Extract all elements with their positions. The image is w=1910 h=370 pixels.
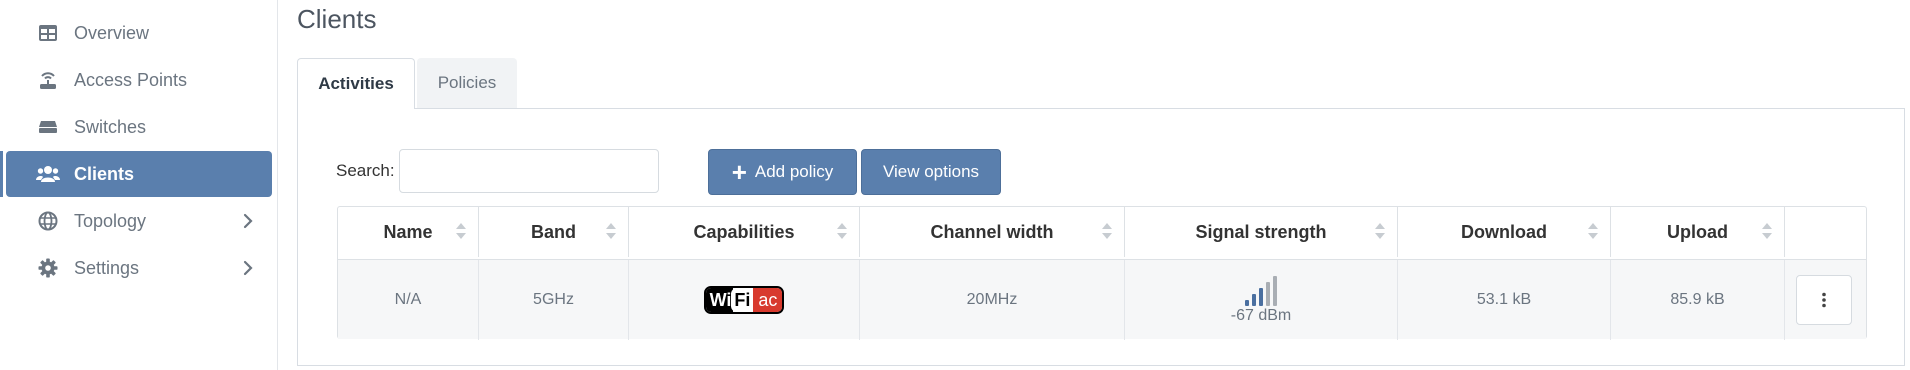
sidebar-item-label: Access Points <box>74 70 188 90</box>
signal-strength-text: -67 dBm <box>1230 306 1292 324</box>
view-options-button[interactable]: View options <box>861 149 1001 195</box>
sidebar-item-label: Settings <box>74 258 140 278</box>
sidebar-item-label: Overview <box>74 23 150 43</box>
sidebar-item-settings[interactable]: Settings <box>6 245 272 291</box>
gear-icon <box>36 257 60 279</box>
sidebar-item-label: Switches <box>74 117 147 137</box>
signal-bar <box>1266 281 1270 306</box>
page-title: Clients <box>297 4 377 34</box>
switch-icon <box>36 116 60 138</box>
users-icon <box>36 163 60 185</box>
sidebar-item-label: Topology <box>74 211 147 231</box>
signal-bar <box>1259 287 1263 306</box>
chevron-right-icon <box>238 210 258 232</box>
active-marker <box>0 151 3 197</box>
wifi-badge-wi: Wi <box>705 288 734 312</box>
sidebar-item-label: Clients <box>74 164 135 184</box>
sidebar-item-clients[interactable]: Clients <box>6 151 272 197</box>
sort-icon <box>1375 223 1385 241</box>
sort-icon <box>837 223 847 241</box>
table-icon <box>36 22 60 44</box>
wifi-badge-ac: ac <box>753 288 783 312</box>
column-header-label: Name <box>383 221 433 242</box>
column-header-label: Channel width <box>930 221 1054 242</box>
column-header-label: Band <box>531 221 576 242</box>
column-header-band[interactable]: Band <box>479 207 629 257</box>
signal-bars-icon <box>1245 275 1277 306</box>
tab-policies[interactable]: Policies <box>417 58 517 108</box>
sidebar-item-access-points[interactable]: Access Points <box>6 57 272 103</box>
signal-bar <box>1245 299 1249 306</box>
add-policy-button[interactable]: + Add policy <box>708 149 857 195</box>
cell-download: 53.1 kB <box>1398 260 1611 340</box>
sidebar-item-overview[interactable]: Overview <box>6 10 272 56</box>
signal-bar <box>1252 293 1256 306</box>
search-input[interactable] <box>399 149 659 193</box>
column-header-channel-width[interactable]: Channel width <box>860 207 1125 257</box>
signal-bar <box>1273 275 1277 306</box>
sort-icon <box>1102 223 1112 241</box>
sort-icon <box>1588 223 1598 241</box>
clients-table: Name Band Capabilities Channel width Sig… <box>337 206 1867 340</box>
cell-name: N/A <box>338 260 479 340</box>
sidebar-item-switches[interactable]: Switches <box>6 104 272 150</box>
cell-signal-strength: -67 dBm <box>1125 260 1398 340</box>
cell-channel-width: 20MHz <box>860 260 1125 340</box>
globe-icon <box>36 210 60 232</box>
sidebar-item-topology[interactable]: Topology <box>6 198 272 244</box>
column-header-upload[interactable]: Upload <box>1611 207 1785 257</box>
row-actions-button[interactable] <box>1796 275 1852 325</box>
column-header-label: Upload <box>1667 221 1728 242</box>
sort-icon <box>606 223 616 241</box>
chevron-right-icon <box>238 257 258 279</box>
column-header-download[interactable]: Download <box>1398 207 1611 257</box>
wifi-badge-fi: Fi <box>731 288 754 312</box>
column-header-actions <box>1785 207 1866 257</box>
table-row[interactable]: N/A 5GHz Wi Fi ac 20MHz -67 dBm 53.1 kB … <box>338 259 1866 340</box>
column-header-label: Capabilities <box>693 221 795 242</box>
search-label: Search: <box>336 161 395 180</box>
cell-band: 5GHz <box>479 260 629 340</box>
sort-icon <box>456 223 466 241</box>
column-header-signal-strength[interactable]: Signal strength <box>1125 207 1398 257</box>
column-header-label: Download <box>1461 221 1547 242</box>
add-policy-label: Add policy <box>754 162 834 181</box>
router-icon <box>36 69 60 91</box>
sort-icon <box>1762 223 1772 241</box>
more-vertical-icon <box>1822 292 1826 308</box>
plus-icon: + <box>731 157 747 187</box>
signal-strength: -67 dBm <box>1230 275 1292 325</box>
column-header-label: Signal strength <box>1195 221 1327 242</box>
wifi-ac-badge: Wi Fi ac <box>703 286 785 314</box>
cell-capabilities: Wi Fi ac <box>629 260 860 340</box>
tab-activities[interactable]: Activities <box>297 58 415 109</box>
sidebar: Overview Access Points Switches Clients … <box>0 0 278 370</box>
column-header-capabilities[interactable]: Capabilities <box>629 207 860 257</box>
cell-upload: 85.9 kB <box>1611 260 1785 340</box>
column-header-name[interactable]: Name <box>338 207 479 257</box>
